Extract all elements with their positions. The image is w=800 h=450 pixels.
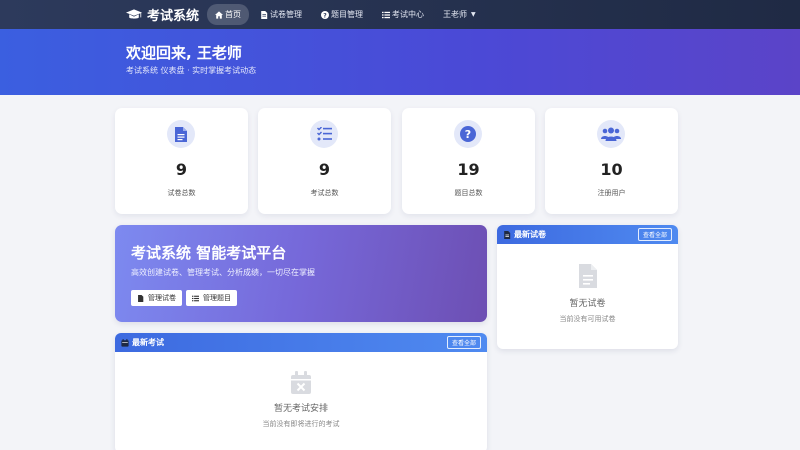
stat-icon-wrap (310, 120, 338, 148)
panel-header: 最新试卷 查看全部 (497, 225, 678, 244)
panel-title: 最新考试 (121, 337, 164, 348)
svg-text:?: ? (323, 12, 327, 19)
file-alt-icon (504, 230, 511, 239)
list-icon (382, 11, 391, 18)
button-label: 管理题目 (203, 294, 231, 302)
nav-item-home[interactable]: 首页 (207, 4, 250, 25)
panel-title: 最新试卷 (503, 229, 546, 240)
nav-item-label: 考试中心 (392, 10, 425, 19)
users-icon (601, 127, 621, 141)
file-alt-icon (578, 264, 597, 288)
manage-papers-button[interactable]: 管理试卷 (131, 290, 182, 306)
calendar-icon (121, 338, 129, 347)
empty-subtitle: 当前没有可用试卷 (559, 315, 616, 323)
stat-card-papers: 9 试卷总数 (115, 108, 248, 214)
stat-value: 10 (600, 160, 623, 179)
brand[interactable]: 考试系统 (126, 5, 199, 24)
welcome-title: 欢迎回来, 王老师 (126, 44, 242, 62)
welcome-banner: 欢迎回来, 王老师 考试系统 仪表盘 · 实时掌握考试动态 (0, 29, 800, 95)
nav-item-label: 试卷管理 (270, 10, 303, 19)
question-circle-icon: ? (460, 126, 476, 142)
stat-label: 题目总数 (454, 189, 483, 197)
nav-item-label: 首页 (225, 10, 242, 19)
svg-text:?: ? (465, 128, 471, 141)
stat-label: 注册用户 (597, 189, 626, 197)
home-icon (215, 10, 224, 19)
graduation-cap-icon (126, 8, 142, 19)
panel-title-text: 最新考试 (132, 338, 164, 347)
empty-title: 暂无试卷 (569, 299, 606, 309)
stat-card-exams: 9 考试总数 (258, 108, 391, 214)
list-icon (192, 295, 199, 301)
manage-questions-button[interactable]: 管理题目 (186, 290, 237, 306)
panel-title-text: 最新试卷 (514, 230, 546, 239)
empty-title: 暂无考试安排 (273, 404, 328, 414)
calendar-x-icon (291, 371, 311, 394)
question-icon: ? (321, 10, 330, 19)
stat-value: 9 (175, 160, 188, 179)
caret-down-icon: ▼ (471, 11, 476, 18)
view-all-exams-button[interactable]: 查看全部 (446, 336, 481, 349)
empty-state: 暂无试卷 当前没有可用试卷 (497, 264, 678, 324)
file-icon (138, 294, 144, 302)
file-document-icon (175, 126, 187, 142)
view-all-papers-button[interactable]: 查看全部 (637, 228, 672, 241)
stat-label: 考试总数 (310, 189, 339, 197)
promo-title: 考试系统 智能考试平台 (131, 244, 287, 262)
nav-item-exam-center[interactable]: 考试中心 (374, 4, 432, 25)
empty-subtitle: 当前没有即将进行的考试 (262, 420, 340, 428)
stat-card-users: 10 注册用户 (545, 108, 678, 214)
recent-exams-panel: 最新考试 查看全部 暂无考试安排 当前没有即将进行的考试 (115, 333, 487, 450)
stat-value: 19 (457, 160, 480, 179)
brand-name: 考试系统 (147, 9, 200, 24)
stat-label: 试卷总数 (167, 189, 196, 197)
user-menu[interactable]: 王老师 ▼ (435, 4, 484, 25)
stat-value: 9 (318, 160, 331, 179)
stat-icon-wrap (597, 120, 625, 148)
file-icon (261, 10, 268, 19)
recent-papers-panel: 最新试卷 查看全部 暂无试卷 当前没有可用试卷 (497, 225, 678, 349)
checklist-icon (316, 127, 332, 141)
empty-state: 暂无考试安排 当前没有即将进行的考试 (115, 371, 487, 429)
welcome-subtitle: 考试系统 仪表盘 · 实时掌握考试动态 (126, 66, 257, 75)
button-label: 管理试卷 (148, 294, 176, 302)
nav-item-label: 题目管理 (331, 10, 364, 19)
promo-subtitle: 高效创建试卷、管理考试、分析成绩，一切尽在掌握 (131, 268, 315, 277)
user-name: 王老师 (443, 10, 468, 19)
stat-icon-wrap (167, 120, 195, 148)
stat-card-questions: ? 19 题目总数 (402, 108, 535, 214)
main-nav: 首页 试卷管理 ? 题目管理 考试中心 王老师 ▼ (207, 4, 487, 25)
panel-header: 最新考试 查看全部 (115, 333, 487, 352)
top-navbar: 考试系统 首页 试卷管理 ? 题目管理 考试中心 王老师 ▼ (0, 0, 800, 29)
promo-banner: 考试系统 智能考试平台 高效创建试卷、管理考试、分析成绩，一切尽在掌握 管理试卷… (115, 225, 487, 322)
stat-icon-wrap: ? (454, 120, 482, 148)
nav-item-papers[interactable]: 试卷管理 (252, 4, 310, 25)
nav-item-questions[interactable]: ? 题目管理 (313, 4, 371, 25)
